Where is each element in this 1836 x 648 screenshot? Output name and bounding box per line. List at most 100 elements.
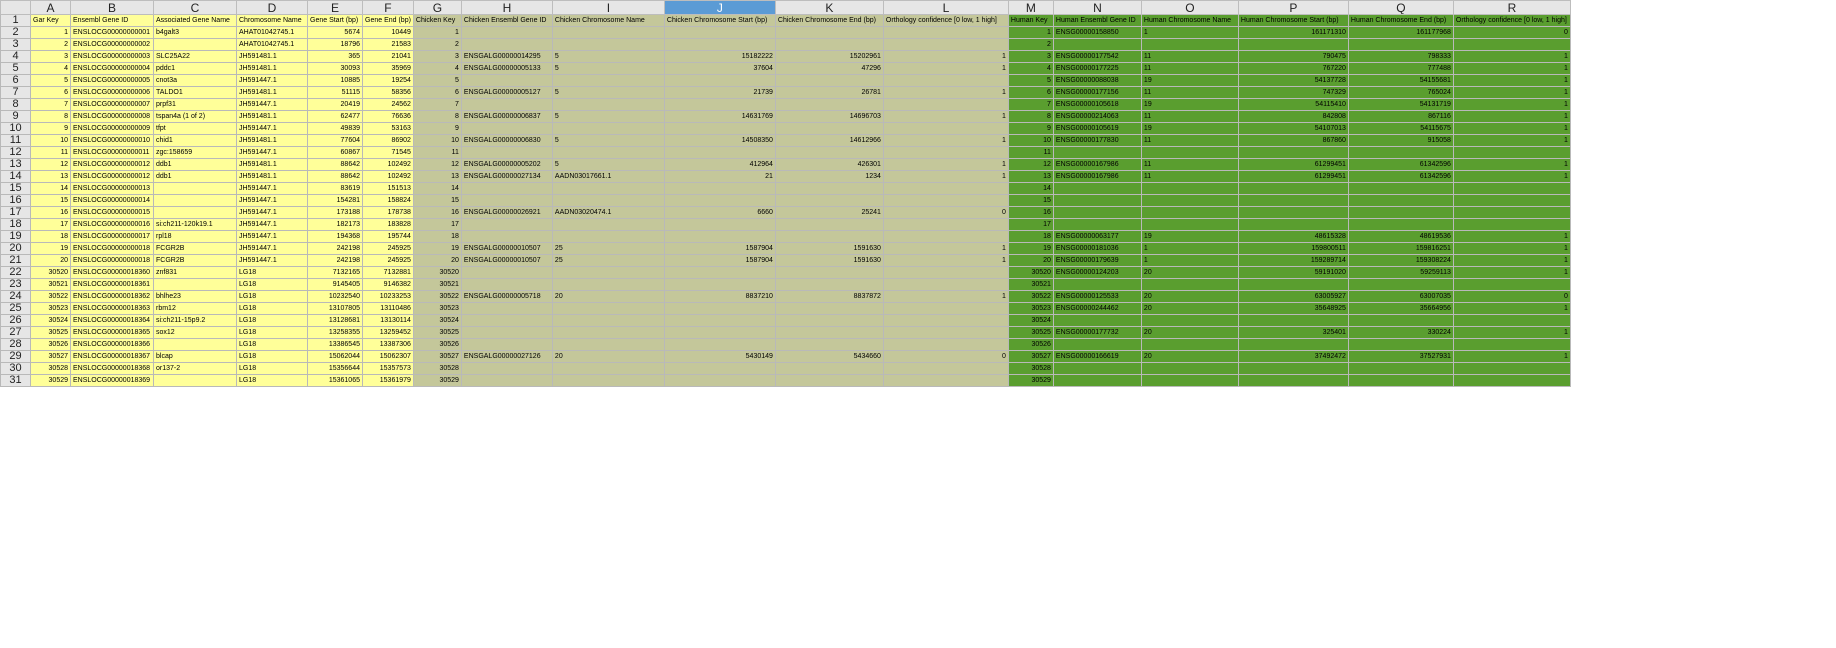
cell[interactable]: JH591447.1 [236,254,308,267]
cell[interactable]: AADN03017661.1 [551,170,665,183]
column-title-cell[interactable]: Orthology confidence [0 low, 1 high] [1452,14,1571,27]
cell[interactable] [774,38,884,51]
cell[interactable] [1052,362,1142,375]
cell[interactable]: 159800511 [1237,242,1349,255]
cell[interactable]: ENSG00000105618 [1052,98,1142,111]
cell[interactable]: ENSGALG00000006830 [460,134,553,147]
cell[interactable]: 63005927 [1237,290,1349,303]
cell[interactable]: 30521 [30,278,71,291]
cell[interactable] [882,26,1009,39]
cell[interactable]: 16 [412,206,462,219]
cell[interactable]: 30529 [412,374,462,387]
column-title-cell[interactable]: Gar Key [30,14,71,27]
cell[interactable] [1237,182,1349,195]
cell[interactable]: 426301 [774,158,884,171]
cell[interactable] [1052,278,1142,291]
cell[interactable]: 76636 [362,110,414,123]
cell[interactable] [551,182,665,195]
cell[interactable]: 1 [1140,254,1239,267]
row-header[interactable]: 11 [0,134,31,147]
cell[interactable] [882,182,1009,195]
cell[interactable]: 182173 [307,218,363,231]
cell[interactable]: 14 [1007,182,1054,195]
cell[interactable]: 13258355 [307,326,363,339]
cell[interactable] [882,194,1009,207]
cell[interactable]: 21739 [663,86,776,99]
cell[interactable]: 30520 [1007,266,1054,279]
cell[interactable] [882,146,1009,159]
cell[interactable]: JH591481.1 [236,134,308,147]
cell[interactable]: 9146382 [362,278,414,291]
cell[interactable]: ENSGALG00000005718 [460,290,553,303]
cell[interactable]: 1 [882,86,1009,99]
cell[interactable]: ENSLOCG00000000008 [70,110,154,123]
cell[interactable] [882,74,1009,87]
cell[interactable]: 151513 [362,182,414,195]
cell[interactable]: 17 [1007,218,1054,231]
cell[interactable]: 16 [1007,206,1054,219]
cell[interactable] [551,326,665,339]
cell[interactable] [1237,314,1349,327]
cell[interactable]: 24562 [362,98,414,111]
cell[interactable]: 1 [1452,254,1571,267]
cell[interactable]: 8 [30,110,71,123]
cell[interactable]: 1 [1452,62,1571,75]
cell[interactable] [1452,314,1571,327]
cell[interactable]: 867116 [1347,110,1454,123]
cell[interactable]: 15 [412,194,462,207]
cell[interactable] [460,74,553,87]
cell[interactable]: 14631769 [663,110,776,123]
cell[interactable] [551,98,665,111]
cell[interactable] [460,278,553,291]
cell[interactable]: rbm12 [153,302,237,315]
column-title-cell[interactable]: Chicken Chromosome Start (bp) [663,14,776,27]
cell[interactable]: 5 [551,62,665,75]
cell[interactable]: 15062044 [307,350,363,363]
cell[interactable]: 30520 [412,266,462,279]
cell[interactable]: 10885 [307,74,363,87]
cell[interactable]: ENSLOCG00000018369 [70,374,154,387]
cell[interactable] [1052,374,1142,387]
cell[interactable]: 20 [1140,326,1239,339]
cell[interactable]: JH591447.1 [236,74,308,87]
cell[interactable] [663,374,776,387]
column-header-r[interactable]: R [1452,0,1571,15]
cell[interactable]: LG18 [236,302,308,315]
cell[interactable] [1052,314,1142,327]
cell[interactable]: 8 [1007,110,1054,123]
cell[interactable]: 5434660 [774,350,884,363]
cell[interactable]: 14612966 [774,134,884,147]
cell[interactable] [1347,362,1454,375]
cell[interactable]: 159289714 [1237,254,1349,267]
cell[interactable]: 16 [30,206,71,219]
cell[interactable] [1452,362,1571,375]
cell[interactable]: 102492 [362,170,414,183]
cell[interactable]: LG18 [236,350,308,363]
cell[interactable]: ENSLOCG00000000016 [70,218,154,231]
cell[interactable]: JH591447.1 [236,98,308,111]
cell[interactable]: ENSGALG00000005133 [460,62,553,75]
cell[interactable]: LG18 [236,278,308,291]
cell[interactable] [551,266,665,279]
cell[interactable] [663,146,776,159]
cell[interactable] [460,122,553,135]
cell[interactable] [1140,362,1239,375]
cell[interactable]: ENSLOCG00000000003 [70,50,154,63]
cell[interactable]: ENSLOCG00000000004 [70,62,154,75]
cell[interactable]: 13130114 [362,314,414,327]
cell[interactable]: si:ch211-15p9.2 [153,314,237,327]
cell[interactable] [1347,338,1454,351]
cell[interactable]: 10232540 [307,290,363,303]
cell[interactable]: ENSGALG00000010507 [460,242,553,255]
cell[interactable] [1237,278,1349,291]
cell[interactable] [774,194,884,207]
row-header[interactable]: 22 [0,266,31,279]
cell[interactable]: 30526 [30,338,71,351]
cell[interactable]: ENSG00000177225 [1052,62,1142,75]
cell[interactable]: ENSGALG00000010507 [460,254,553,267]
cell[interactable] [1052,338,1142,351]
row-header[interactable]: 24 [0,290,31,303]
cell[interactable]: 53163 [362,122,414,135]
cell[interactable]: 5 [1007,74,1054,87]
cell[interactable]: 5 [551,158,665,171]
